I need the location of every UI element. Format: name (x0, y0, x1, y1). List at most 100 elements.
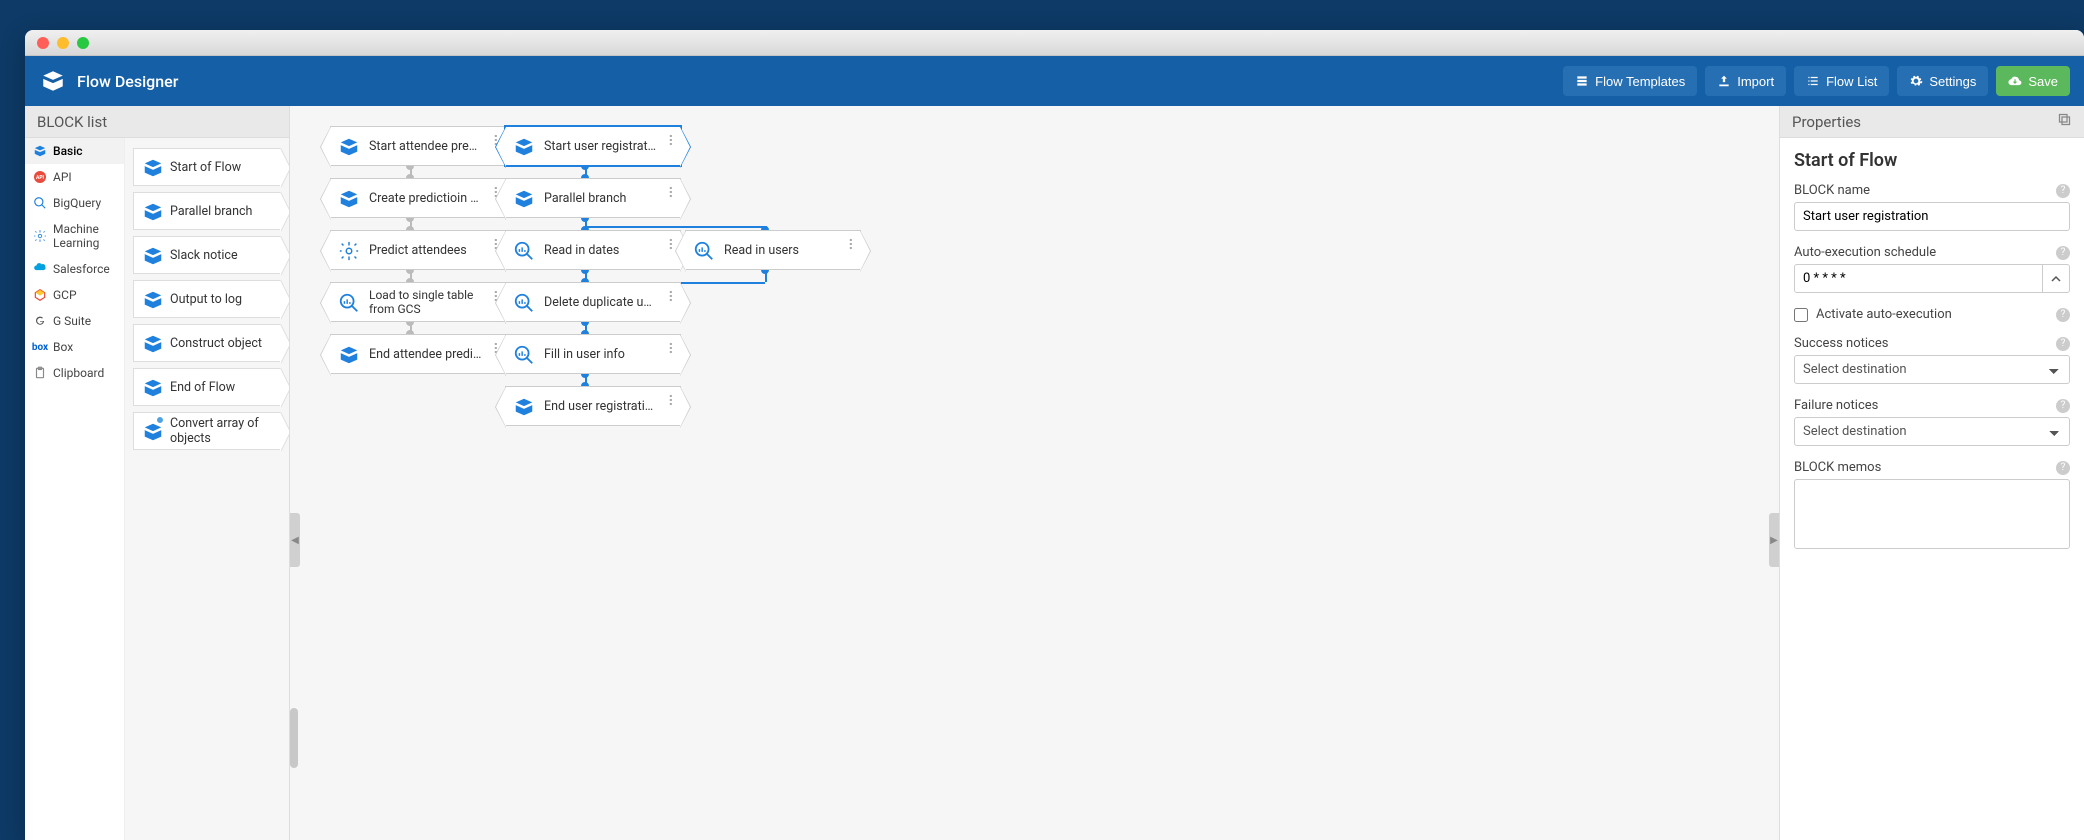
node-menu-icon[interactable] (668, 139, 678, 145)
category-icon (33, 144, 47, 158)
block-name-input[interactable] (1794, 202, 2070, 231)
window-zoom-icon[interactable] (77, 37, 89, 49)
help-icon[interactable]: ? (2056, 246, 2070, 260)
box-icon (512, 187, 536, 211)
flow-list-button[interactable]: Flow List (1794, 66, 1889, 96)
category-g-suite[interactable]: G Suite (25, 308, 124, 334)
help-icon[interactable]: ? (2056, 184, 2070, 198)
category-icon (33, 196, 47, 210)
help-icon[interactable]: ? (2056, 461, 2070, 475)
flow-node[interactable]: Start user registration (505, 126, 681, 166)
schedule-label: Auto-execution schedule (1794, 245, 1936, 260)
node-menu-icon[interactable] (668, 347, 678, 353)
window-minimize-icon[interactable] (57, 37, 69, 49)
success-notices-select[interactable]: Select destination (1794, 355, 2070, 384)
node-menu-icon[interactable] (668, 399, 678, 405)
flow-node[interactable]: Delete duplicate users (505, 282, 681, 322)
category-bigquery[interactable]: BigQuery (25, 190, 124, 216)
category-gcp[interactable]: GCP (25, 282, 124, 308)
palette-block[interactable]: Output to log (133, 280, 281, 318)
flow-canvas[interactable]: ◀ ▶ Start attendee prediction Create pred… (290, 106, 1779, 840)
app-title: Flow Designer (77, 72, 178, 91)
ml-icon (337, 239, 361, 263)
flow-node[interactable]: Fill in user info (505, 334, 681, 374)
bq-icon (512, 291, 536, 315)
category-machine-learning[interactable]: Machine Learning (25, 216, 124, 256)
flow-node[interactable]: End user registration (505, 386, 681, 426)
palette-block[interactable]: End of Flow (133, 368, 281, 406)
collapse-left-handle[interactable]: ◀ (290, 513, 300, 567)
palette-block[interactable]: Slack notice (133, 236, 281, 274)
svg-text:API: API (36, 175, 45, 181)
success-notices-label: Success notices (1794, 336, 1888, 351)
bq-icon (512, 239, 536, 263)
category-basic[interactable]: Basic (25, 138, 124, 164)
category-salesforce[interactable]: Salesforce (25, 256, 124, 282)
window-titlebar (25, 30, 2084, 56)
app-logo-icon (39, 67, 67, 95)
activate-auto-execution-checkbox[interactable]: Activate auto-execution (1794, 307, 1952, 322)
node-menu-icon[interactable] (668, 295, 678, 301)
import-button[interactable]: Import (1705, 66, 1786, 96)
palette-block[interactable]: Start of Flow (133, 148, 281, 186)
schedule-input[interactable] (1794, 264, 2043, 293)
palette-block[interactable]: Convert array of objects (133, 412, 281, 450)
schedule-expand-button[interactable] (2043, 264, 2070, 293)
help-icon[interactable]: ? (2056, 399, 2070, 413)
flow-node[interactable]: Start attendee prediction (330, 126, 506, 166)
category-list: BasicAPIAPIBigQueryMachine LearningSales… (25, 138, 125, 840)
category-icon: API (33, 170, 47, 184)
category-api[interactable]: APIAPI (25, 164, 124, 190)
box-icon (142, 421, 164, 443)
flow-node[interactable]: End attendee prediction (330, 334, 506, 374)
save-button[interactable]: Save (1996, 66, 2070, 96)
collapse-right-handle[interactable]: ▶ (1769, 513, 1779, 567)
box-icon (142, 201, 164, 223)
box-icon (142, 377, 164, 399)
window-close-icon[interactable] (37, 37, 49, 49)
box-icon (142, 289, 164, 311)
settings-button[interactable]: Settings (1897, 66, 1988, 96)
category-icon (33, 366, 47, 380)
flow-node[interactable]: Parallel branch (505, 178, 681, 218)
category-icon (33, 229, 47, 243)
block-list-panel: BLOCK list BasicAPIAPIBigQueryMachine Le… (25, 106, 290, 840)
failure-notices-select[interactable]: Select destination (1794, 417, 2070, 446)
properties-copy-icon[interactable] (2057, 106, 2072, 138)
category-clipboard[interactable]: Clipboard (25, 360, 124, 386)
connector (585, 226, 765, 228)
node-menu-icon[interactable] (668, 191, 678, 197)
block-palette: Start of Flow Parallel branch Slack notice… (125, 138, 289, 840)
category-icon: box (33, 340, 47, 354)
bq-icon (337, 291, 361, 315)
category-box[interactable]: boxBox (25, 334, 124, 360)
block-list-title: BLOCK list (25, 106, 289, 138)
box-icon (337, 187, 361, 211)
bq-icon (692, 239, 716, 263)
flow-node[interactable]: Load to single table from GCS (330, 282, 506, 322)
flow-templates-button[interactable]: Flow Templates (1563, 66, 1697, 96)
flow-node[interactable]: Predict attendees (330, 230, 506, 270)
block-memos-label: BLOCK memos (1794, 460, 1881, 475)
flow-node[interactable]: Create predictioin data (330, 178, 506, 218)
box-icon (512, 135, 536, 159)
properties-heading: Start of Flow (1794, 150, 2070, 171)
bq-icon (512, 343, 536, 367)
palette-block[interactable]: Parallel branch (133, 192, 281, 230)
box-icon (337, 343, 361, 367)
box-icon (512, 395, 536, 419)
box-icon (142, 157, 164, 179)
failure-notices-label: Failure notices (1794, 398, 1878, 413)
help-icon[interactable]: ? (2056, 337, 2070, 351)
block-memos-textarea[interactable] (1794, 479, 2070, 549)
block-name-label: BLOCK name (1794, 183, 1870, 198)
left-scroll-thumb[interactable] (290, 708, 298, 768)
box-icon (142, 245, 164, 267)
category-icon (33, 262, 47, 276)
help-icon[interactable]: ? (2056, 308, 2070, 322)
flow-node[interactable]: Read in dates (505, 230, 681, 270)
properties-panel: Properties Start of Flow BLOCK name ? Au (1779, 106, 2084, 840)
palette-block[interactable]: Construct object (133, 324, 281, 362)
flow-node[interactable]: Read in users (685, 230, 861, 270)
node-menu-icon[interactable] (848, 243, 858, 249)
